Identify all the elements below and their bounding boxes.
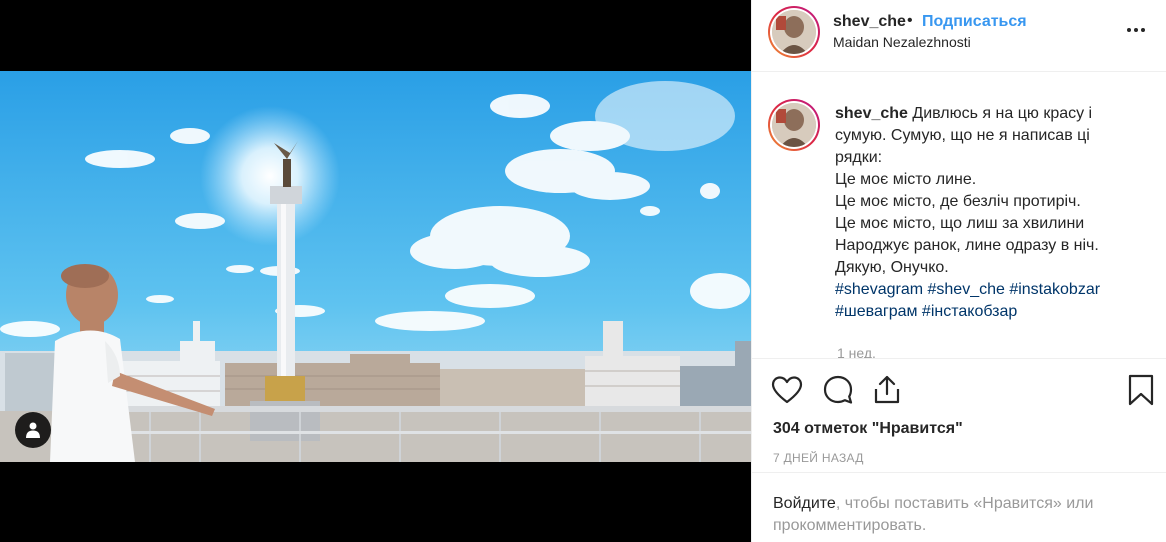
- bookmark-icon[interactable]: [1124, 373, 1158, 407]
- likes-count[interactable]: 304 отметок "Нравится": [773, 420, 963, 438]
- caption-username[interactable]: shev_che: [835, 105, 908, 122]
- post-side-panel: shev_che • Подписаться Maidan Nezalezhno…: [751, 0, 1166, 542]
- caption-line: Дякую, Онучко.: [835, 259, 949, 276]
- login-link[interactable]: Войдите: [773, 495, 836, 512]
- comments-area[interactable]: shev_che Дивлюсь я на цю красу і сумую. …: [752, 73, 1166, 358]
- post-actions: 304 отметок "Нравится" 7 ДНЕЙ НАЗАД: [752, 358, 1166, 488]
- avatar[interactable]: [768, 6, 820, 58]
- post-photo[interactable]: [0, 71, 751, 462]
- caption-avatar[interactable]: [768, 99, 820, 151]
- hashtag-links[interactable]: #shevagram #shev_che #instakobzar: [835, 279, 1140, 301]
- tagged-users-button[interactable]: [15, 412, 51, 448]
- login-prompt: Войдите, чтобы поставить «Нравится» или …: [752, 472, 1166, 542]
- user-icon: [26, 422, 40, 438]
- caption-line: Дивлюсь я на цю красу і: [912, 105, 1093, 122]
- follow-button[interactable]: Подписаться: [922, 13, 1027, 31]
- caption-line: сумую. Сумую, що не я написав ці: [835, 127, 1090, 144]
- location-link[interactable]: Maidan Nezalezhnosti: [833, 34, 971, 50]
- media-panel: [0, 0, 751, 542]
- caption-line: Це моє місто лине.: [835, 171, 977, 188]
- username-link[interactable]: shev_che: [833, 13, 906, 31]
- hashtag-links[interactable]: #шеваграм #інстакобзар: [835, 301, 1140, 323]
- post-caption: shev_che Дивлюсь я на цю красу і сумую. …: [835, 103, 1140, 323]
- share-icon[interactable]: [870, 373, 904, 407]
- heart-icon[interactable]: [770, 373, 804, 407]
- post-time: 7 ДНЕЙ НАЗАД: [773, 451, 864, 465]
- comment-icon[interactable]: [821, 373, 855, 407]
- post-dialog: shev_che • Подписаться Maidan Nezalezhno…: [0, 0, 1166, 542]
- caption-line: Це моє місто, де безліч протиріч.: [835, 193, 1081, 210]
- caption-line: Це моє місто, що лиш за хвилини: [835, 215, 1085, 232]
- caption-line: Народжує ранок, лине одразу в ніч.: [835, 237, 1099, 254]
- login-text: Войдите, чтобы поставить «Нравится» или …: [773, 493, 1153, 537]
- separator-dot: •: [907, 12, 913, 29]
- post-header: shev_che • Подписаться Maidan Nezalezhno…: [752, 0, 1166, 72]
- more-options-icon[interactable]: [1121, 20, 1151, 40]
- caption-line: рядки:: [835, 149, 883, 166]
- caption-timestamp: 1 нед.: [837, 345, 876, 358]
